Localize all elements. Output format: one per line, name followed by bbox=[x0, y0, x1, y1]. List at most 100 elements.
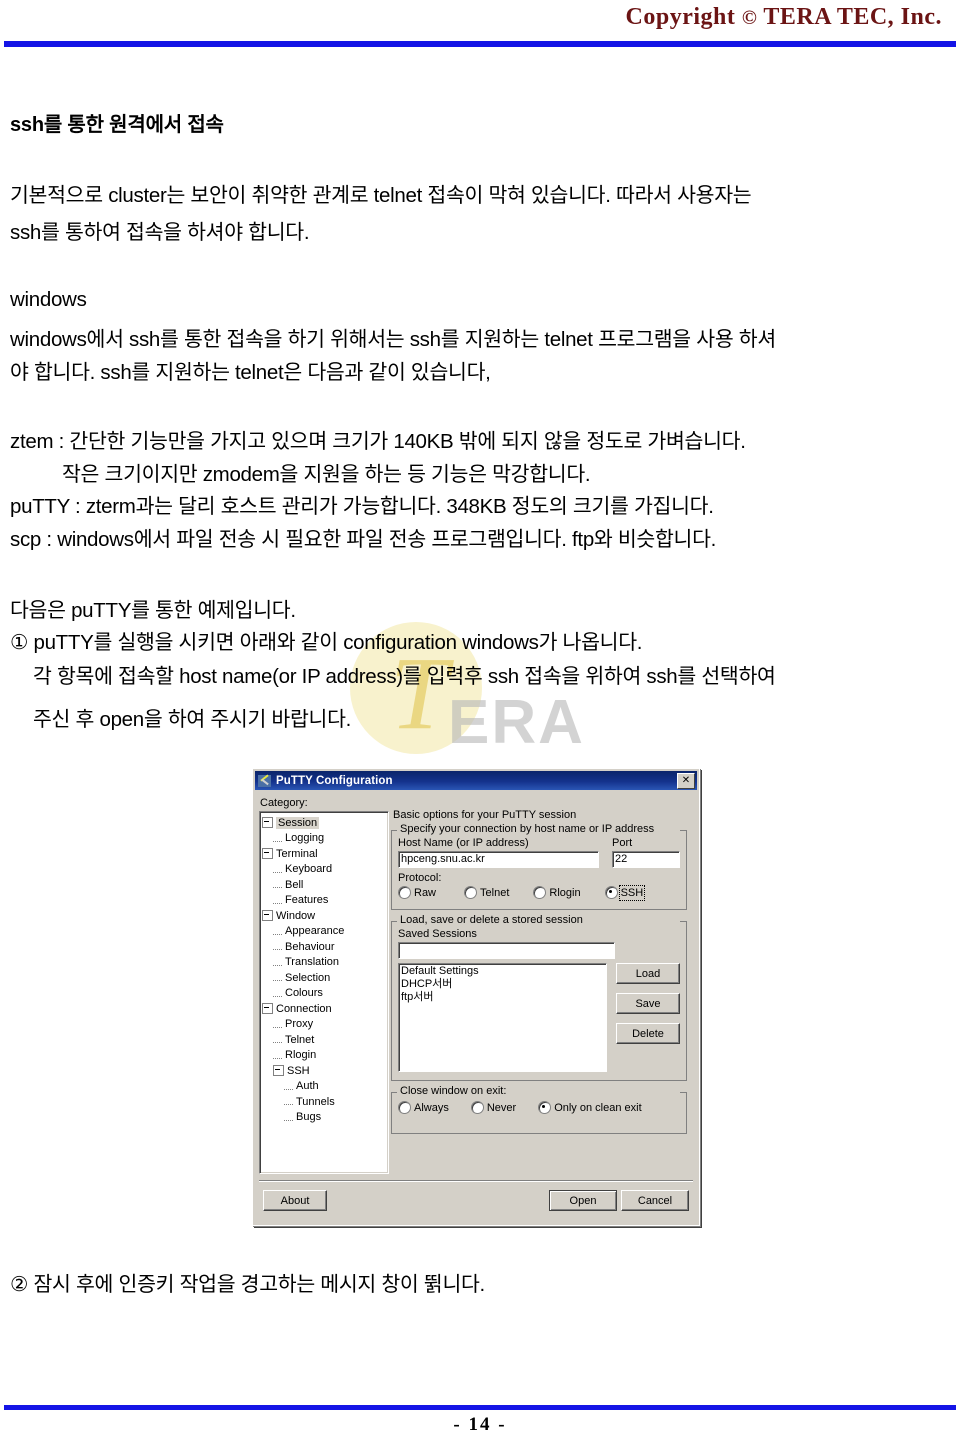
delete-button[interactable]: Delete bbox=[616, 1023, 680, 1044]
tree-connector-icon bbox=[273, 990, 282, 997]
paragraph-line: 작은 크기이지만 zmodem을 지원을 하는 등 기능은 막강합니다. bbox=[62, 463, 591, 486]
tree-collapse-icon[interactable] bbox=[262, 817, 273, 829]
tree-item-label: Bell bbox=[285, 878, 304, 891]
radio-dot-icon bbox=[538, 1101, 552, 1114]
radio-dot-icon bbox=[398, 886, 411, 899]
session-list-item[interactable]: Default Settings bbox=[401, 965, 604, 978]
tree-connector-icon bbox=[273, 835, 282, 842]
tree-item-bugs[interactable]: Bugs bbox=[262, 1110, 386, 1126]
tree-item-label: Keyboard bbox=[285, 863, 333, 876]
tree-item-terminal[interactable]: Terminal bbox=[262, 846, 386, 862]
protocol-radio-telnet[interactable]: Telnet bbox=[464, 886, 509, 899]
tree-item-session[interactable]: Session bbox=[262, 815, 386, 831]
putty-configuration-dialog: PuTTY Configuration ✕ Category: Session L… bbox=[252, 768, 700, 1226]
tree-connector-icon bbox=[273, 1052, 282, 1059]
host-name-input[interactable]: hpceng.snu.ac.kr bbox=[398, 851, 599, 868]
tree-item-label: Appearance bbox=[285, 925, 345, 938]
port-input[interactable]: 22 bbox=[612, 851, 680, 868]
tree-item-connection[interactable]: Connection bbox=[262, 1001, 386, 1017]
host-name-label: Host Name (or IP address) bbox=[398, 837, 529, 849]
radio-label: Rlogin bbox=[549, 886, 581, 899]
session-buttons: Load Save Delete bbox=[616, 963, 680, 1072]
category-tree[interactable]: Session Logging Terminal Keyboard Bell Featur… bbox=[259, 811, 389, 1174]
tree-item-rlogin[interactable]: Rlogin bbox=[262, 1048, 386, 1064]
tree-connector-icon bbox=[273, 881, 282, 889]
tree-connector-icon bbox=[273, 959, 282, 966]
tree-item-bell[interactable]: Bell bbox=[262, 877, 386, 893]
paragraph-line: 다음은 puTTY를 통한 예제입니다. bbox=[10, 599, 296, 622]
close-on-exit-group: Close window on exit: Always Never Only on… bbox=[391, 1085, 687, 1134]
radio-dot-icon bbox=[398, 1101, 411, 1114]
tree-connector-icon bbox=[273, 1036, 282, 1044]
radio-label: Never bbox=[486, 1101, 517, 1114]
load-button[interactable]: Load bbox=[616, 963, 680, 984]
radio-dot-icon bbox=[604, 886, 618, 899]
paragraph-line: puTTY : zterm과는 달리 호스트 관리가 가능합니다. 348KB … bbox=[10, 495, 714, 518]
radio-label: SSH bbox=[618, 884, 646, 901]
tree-item-selection[interactable]: Selection bbox=[262, 970, 386, 986]
tree-item-label: Tunnels bbox=[296, 1095, 335, 1108]
port-label: Port bbox=[612, 837, 633, 849]
session-list-item[interactable]: ftp서버 bbox=[401, 991, 604, 1004]
tree-item-label: SSH bbox=[287, 1064, 310, 1077]
radio-label: Raw bbox=[414, 886, 437, 899]
tree-item-behaviour[interactable]: Behaviour bbox=[262, 939, 386, 955]
protocol-radio-rlogin[interactable]: Rlogin bbox=[533, 886, 581, 899]
protocol-radio-ssh[interactable]: SSH bbox=[604, 884, 646, 901]
dialog-title-bar[interactable]: PuTTY Configuration ✕ bbox=[255, 771, 697, 790]
radio-label: Only on clean exit bbox=[554, 1101, 642, 1114]
dialog-content: Category: Session Logging Terminal Keyboard… bbox=[253, 792, 699, 1226]
tree-connector-icon bbox=[273, 943, 282, 951]
paragraph-line: 기본적으로 cluster는 보안이 취약한 관계로 telnet 접속이 막혀… bbox=[10, 184, 752, 207]
protocol-radio-raw[interactable]: Raw bbox=[398, 886, 436, 899]
tree-item-features[interactable]: Features bbox=[262, 893, 386, 909]
tree-item-label: Proxy bbox=[285, 1018, 314, 1031]
saved-session-input[interactable] bbox=[398, 942, 615, 959]
tree-item-label: Logging bbox=[285, 832, 325, 845]
paragraph-line: windows bbox=[10, 288, 87, 311]
copyright-symbol-icon: © bbox=[741, 7, 758, 29]
putty-app-icon bbox=[258, 773, 273, 788]
paragraph-line: ① puTTY를 실행을 시키면 아래와 같이 configuration wi… bbox=[10, 631, 643, 654]
tree-collapse-icon[interactable] bbox=[262, 848, 273, 860]
tree-item-label: Auth bbox=[296, 1080, 319, 1093]
tree-collapse-icon[interactable] bbox=[273, 1065, 284, 1077]
paragraph-line: ssh를 통하여 접속을 하셔야 합니다. bbox=[10, 221, 310, 244]
tree-connector-icon bbox=[284, 1114, 293, 1121]
watermark-letter: T bbox=[390, 636, 448, 751]
tree-item-proxy[interactable]: Proxy bbox=[262, 1017, 386, 1033]
tree-item-label: Selection bbox=[285, 971, 331, 984]
tree-connector-icon bbox=[273, 1021, 282, 1028]
session-list-item[interactable]: DHCP서버 bbox=[401, 978, 604, 991]
tree-item-appearance[interactable]: Appearance bbox=[262, 924, 386, 940]
protocol-radio-group[interactable]: Raw Telnet Rlogin SSH bbox=[398, 884, 680, 901]
saved-sessions-legend: Load, save or delete a stored session bbox=[397, 914, 586, 926]
about-button[interactable]: About bbox=[263, 1190, 327, 1211]
tree-item-keyboard[interactable]: Keyboard bbox=[262, 862, 386, 878]
open-button[interactable]: Open bbox=[549, 1190, 617, 1211]
close-icon[interactable]: ✕ bbox=[677, 772, 695, 789]
tree-item-window[interactable]: Window bbox=[262, 908, 386, 924]
tree-item-label: Bugs bbox=[296, 1111, 322, 1124]
tree-collapse-icon[interactable] bbox=[262, 910, 273, 922]
cancel-button[interactable]: Cancel bbox=[621, 1190, 689, 1211]
tree-item-label: Features bbox=[285, 894, 329, 907]
tree-item-label: Rlogin bbox=[285, 1049, 317, 1062]
saved-sessions-list[interactable]: Default Settings DHCP서버 ftp서버 bbox=[398, 963, 607, 1072]
tree-item-label: Terminal bbox=[276, 847, 318, 860]
tree-item-logging[interactable]: Logging bbox=[262, 831, 386, 847]
tree-item-colours[interactable]: Colours bbox=[262, 986, 386, 1002]
tree-item-auth[interactable]: Auth bbox=[262, 1079, 386, 1095]
tree-item-translation[interactable]: Translation bbox=[262, 955, 386, 971]
paragraph-line: windows에서 ssh를 통한 접속을 하기 위해서는 ssh를 지원하는 … bbox=[10, 328, 776, 351]
close-on-exit-radio-never[interactable]: Never bbox=[470, 1101, 517, 1114]
tree-item-tunnels[interactable]: Tunnels bbox=[262, 1094, 386, 1110]
tree-item-ssh[interactable]: SSH bbox=[262, 1063, 386, 1079]
close-on-exit-radio-only-on-clean-exit[interactable]: Only on clean exit bbox=[538, 1101, 642, 1114]
dialog-separator bbox=[259, 1180, 693, 1182]
tree-item-telnet[interactable]: Telnet bbox=[262, 1032, 386, 1048]
tree-collapse-icon[interactable] bbox=[262, 1003, 273, 1015]
close-on-exit-radio-group[interactable]: Always Never Only on clean exit bbox=[398, 1101, 680, 1114]
save-button[interactable]: Save bbox=[616, 993, 680, 1014]
close-on-exit-radio-always[interactable]: Always bbox=[398, 1101, 449, 1114]
